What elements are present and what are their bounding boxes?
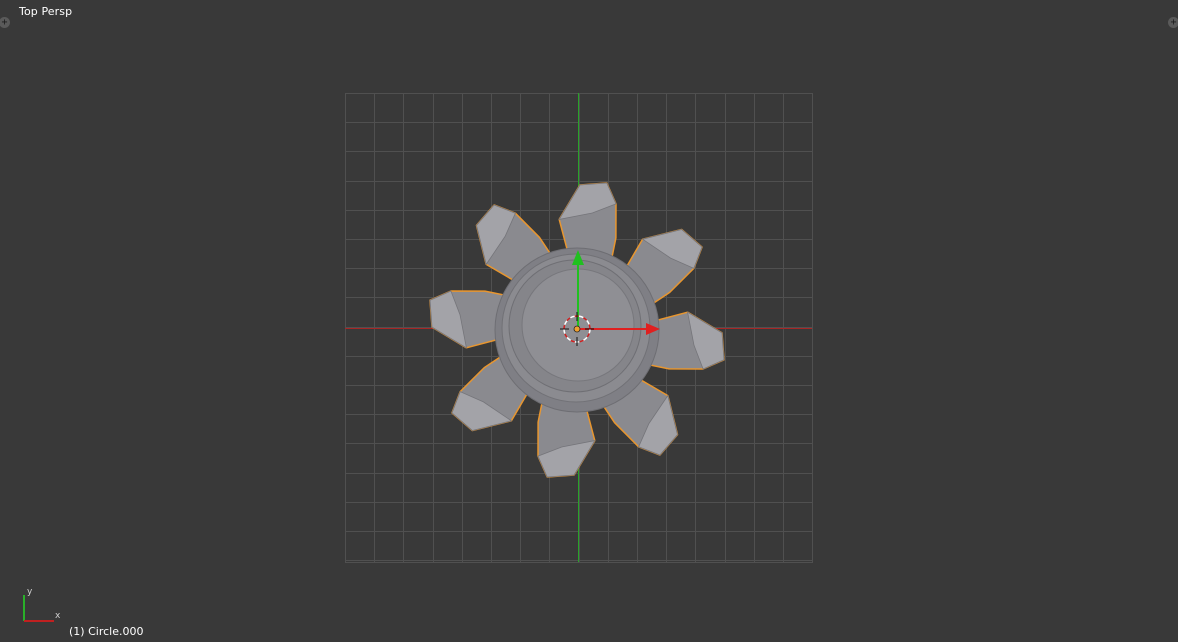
3d-viewport[interactable]: + + Top Persp y x (1) Circle.000 [0,0,1178,642]
scene-canvas[interactable] [0,0,1178,642]
mini-axes-widget: y x [23,587,61,622]
mini-x-label: x [55,611,61,621]
active-object-label: (1) Circle.000 [69,625,144,638]
object-origin-icon [573,325,581,333]
mini-y-label: y [27,587,33,597]
